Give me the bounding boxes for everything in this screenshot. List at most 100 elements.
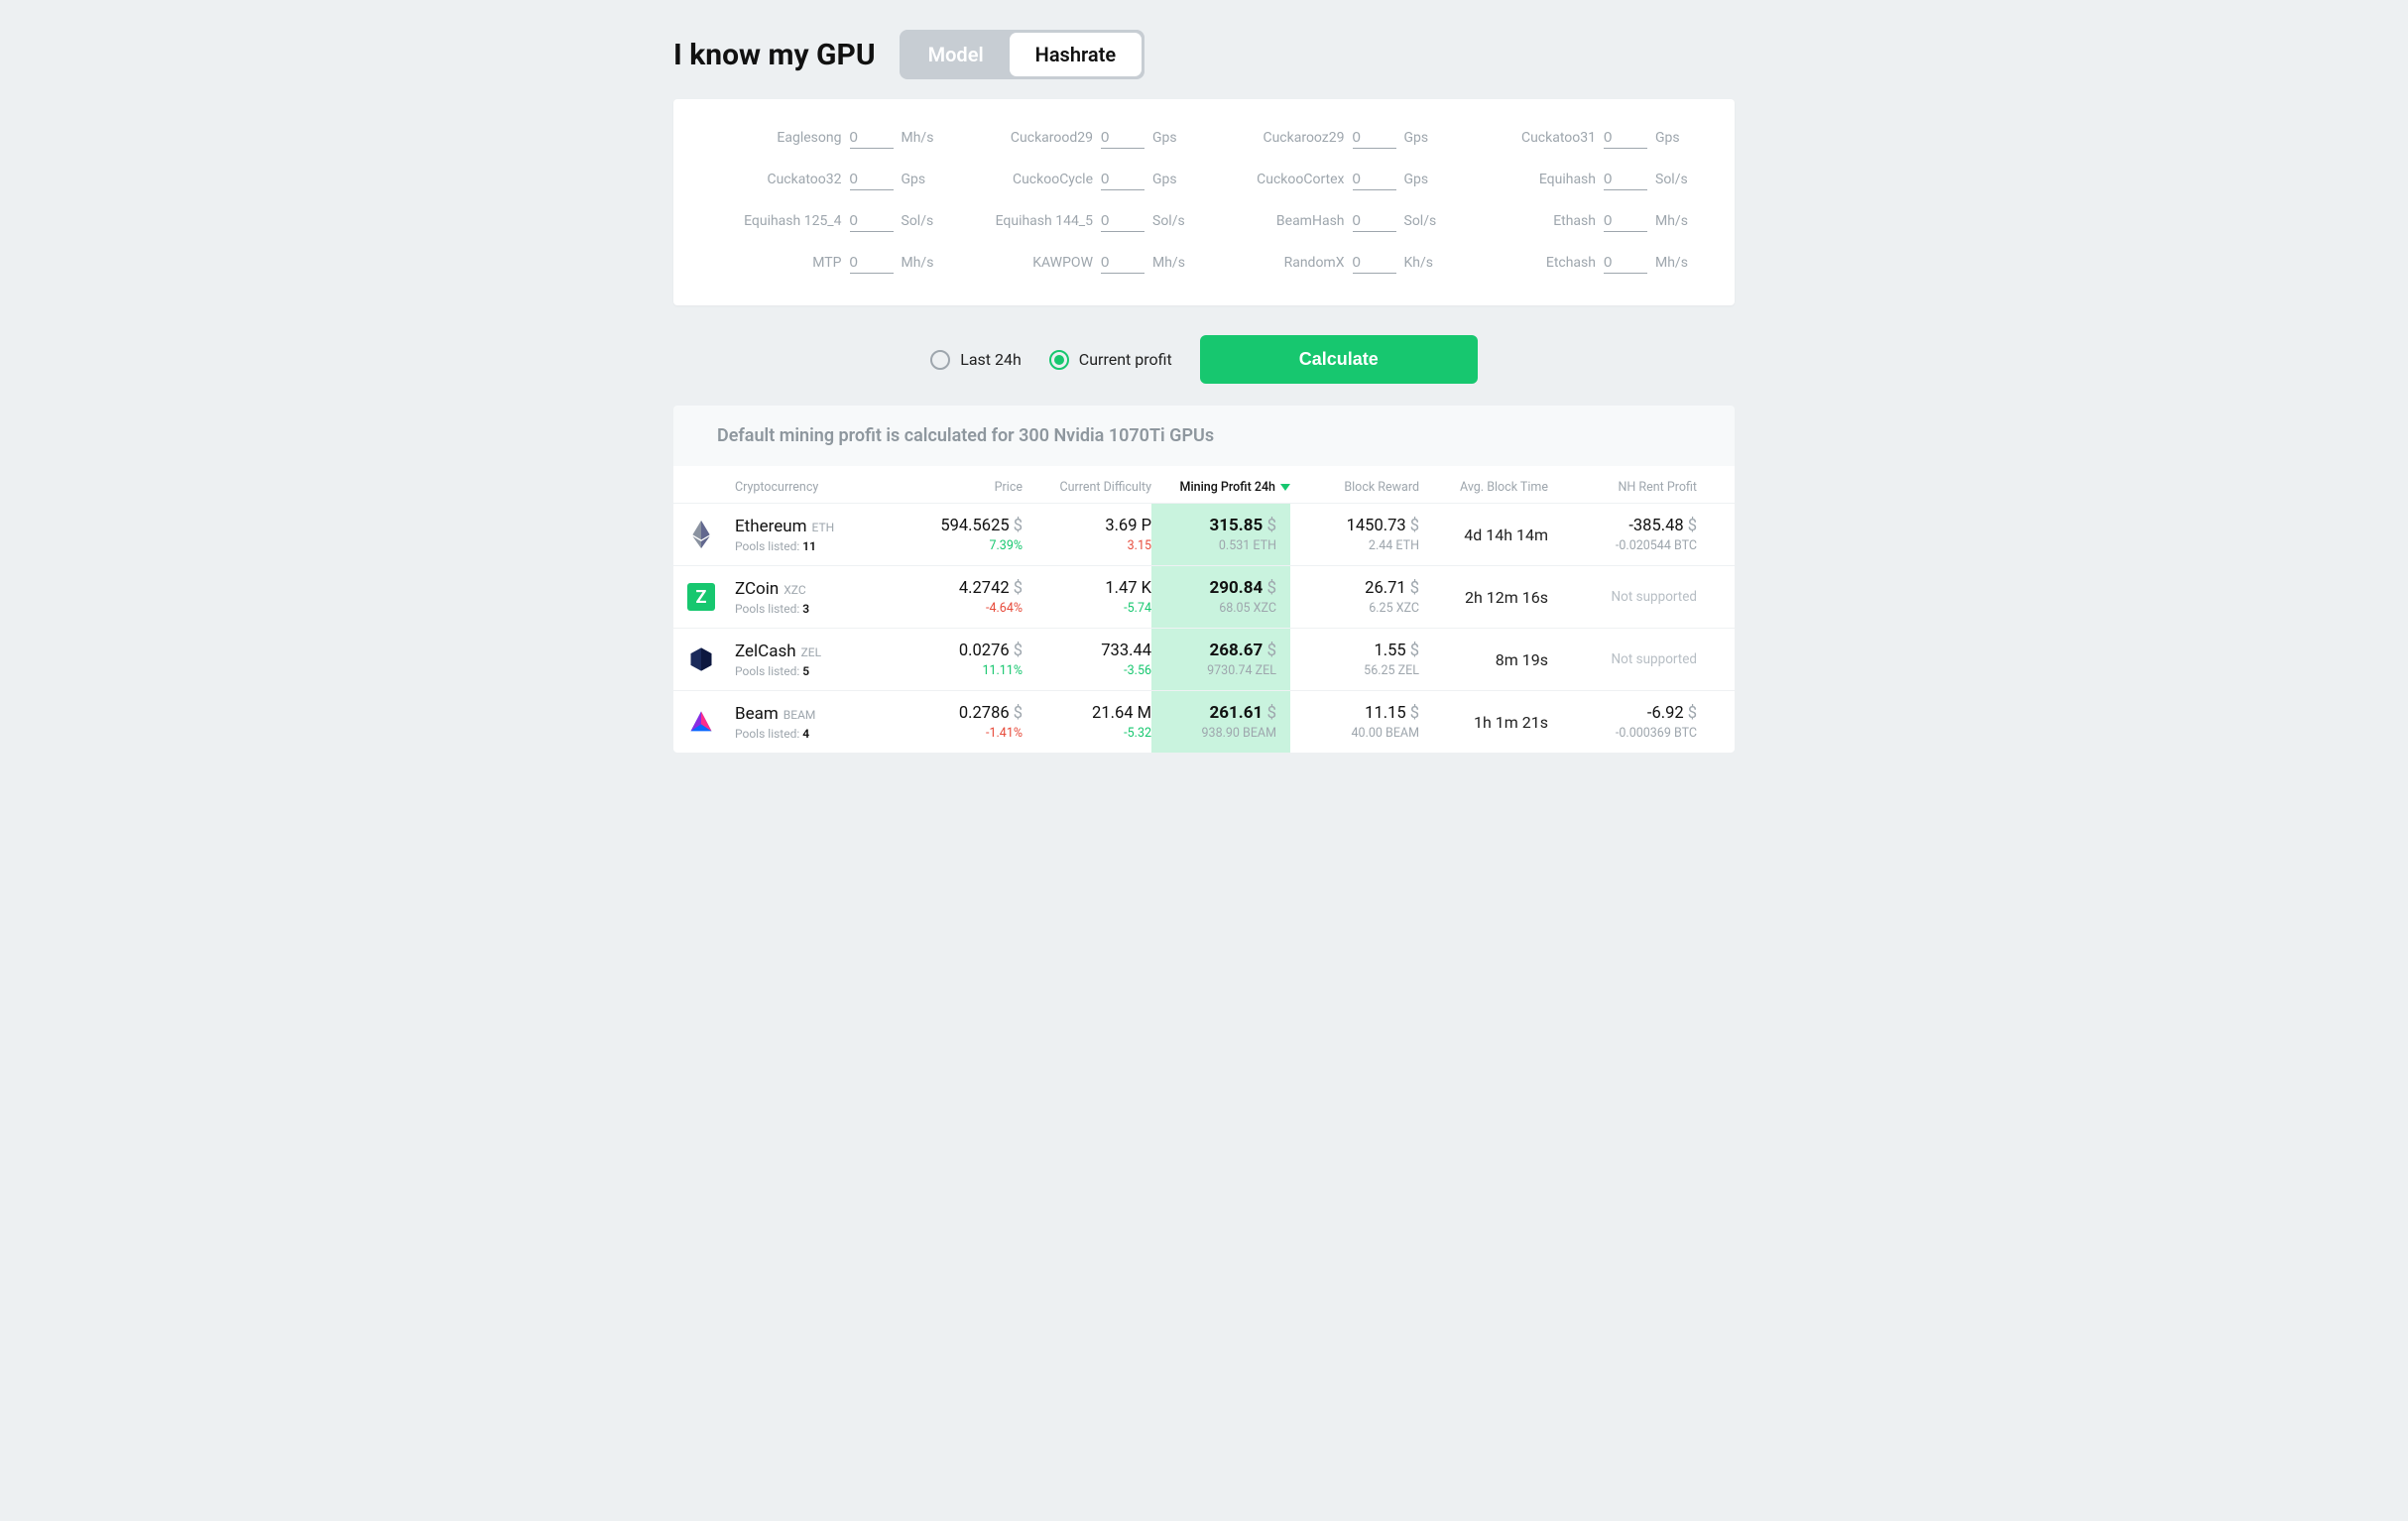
hashrate-label: Cuckatoo32: [713, 172, 842, 187]
block-time-cell: 1h 1m 21s: [1419, 713, 1548, 732]
hashrate-label: CuckooCortex: [1216, 172, 1345, 187]
difficulty-cell: 733.44-3.56: [1023, 642, 1151, 678]
col-cryptocurrency[interactable]: Cryptocurrency: [735, 480, 913, 495]
col-mining-profit-label: Mining Profit 24h: [1180, 480, 1275, 495]
difficulty-cell: 3.69 P3.15: [1023, 517, 1151, 553]
table-row[interactable]: ZelCashZELPools listed: 50.0276 $11.11%7…: [673, 628, 1735, 690]
radio-current-profit-label: Current profit: [1079, 350, 1172, 369]
difficulty-cell: 21.64 M-5.32: [1023, 704, 1151, 741]
pools-listed: Pools listed: 3: [735, 602, 913, 616]
toggle-model-button[interactable]: Model: [903, 33, 1010, 76]
hashrate-unit: Mh/s: [902, 130, 941, 146]
nh-profit-cell: -6.92 $-0.000369 BTC: [1548, 704, 1697, 741]
zel-icon: [687, 645, 715, 673]
hashrate-input[interactable]: [1353, 252, 1396, 274]
hashrate-unit: Mh/s: [902, 255, 941, 271]
hashrate-field: EaglesongMh/s: [713, 127, 941, 149]
hashrate-field: EquihashSol/s: [1468, 169, 1696, 190]
hashrate-input[interactable]: [850, 252, 894, 274]
price-cell: 0.2786 $-1.41%: [913, 704, 1023, 741]
nh-profit-cell: Not supported: [1548, 651, 1697, 667]
results-table: Cryptocurrency Price Current Difficulty …: [673, 466, 1735, 753]
table-row[interactable]: ZZCoinXZCPools listed: 34.2742 $-4.64%1.…: [673, 565, 1735, 628]
coin-name: Beam: [735, 704, 779, 724]
coin-cell: BeamBEAMPools listed: 4: [735, 704, 913, 741]
col-price[interactable]: Price: [913, 480, 1023, 495]
hashrate-field: BeamHash Sol/s: [1216, 210, 1444, 232]
controls-row: Last 24h Current profit Calculate: [673, 335, 1735, 384]
hashrate-unit: Gps: [902, 172, 941, 187]
pools-listed: Pools listed: 4: [735, 727, 913, 741]
block-reward-cell: 1.55 $56.25 ZEL: [1290, 642, 1419, 678]
hashrate-input[interactable]: [1604, 127, 1647, 149]
coin-symbol: XZC: [783, 583, 805, 597]
eth-icon: [687, 521, 715, 548]
table-row[interactable]: EthereumETHPools listed: 11594.5625 $7.3…: [673, 503, 1735, 565]
hashrate-field: EthashMh/s: [1468, 210, 1696, 232]
radio-last-24h[interactable]: Last 24h: [930, 350, 1022, 370]
nh-profit-cell: -385.48 $-0.020544 BTC: [1548, 517, 1697, 553]
hashrate-label: Cuckarooz29: [1216, 130, 1345, 146]
hashrate-input[interactable]: [1101, 127, 1144, 149]
hashrate-label: RandomX: [1216, 255, 1345, 271]
hashrate-input[interactable]: [850, 210, 894, 232]
mining-profit-cell: 315.85 $0.531 ETH: [1151, 504, 1290, 565]
radio-current-profit[interactable]: Current profit: [1049, 350, 1172, 370]
hashrate-field: CuckooCortexGps: [1216, 169, 1444, 190]
coin-symbol: ETH: [812, 521, 835, 534]
hashrate-unit: Gps: [1655, 130, 1695, 146]
table-row[interactable]: BeamBEAMPools listed: 40.2786 $-1.41%21.…: [673, 690, 1735, 753]
col-mining-profit[interactable]: Mining Profit 24h: [1151, 480, 1290, 495]
gpu-mode-toggle: Model Hashrate: [900, 30, 1144, 79]
col-block-time[interactable]: Avg. Block Time: [1419, 480, 1548, 495]
hashrate-unit: Sol/s: [1152, 213, 1192, 229]
toggle-hashrate-button[interactable]: Hashrate: [1010, 33, 1142, 76]
block-time-cell: 8m 19s: [1419, 650, 1548, 669]
hashrate-field: Equihash 125_4Sol/s: [713, 210, 941, 232]
hashrate-label: BeamHash: [1216, 213, 1345, 229]
hashrate-unit: Mh/s: [1655, 255, 1695, 271]
radio-circle-icon: [930, 350, 950, 370]
hashrate-input[interactable]: [1353, 127, 1396, 149]
hashrate-field: KAWPOWMh/s: [965, 252, 1193, 274]
mining-profit-cell: 290.84 $68.05 XZC: [1151, 566, 1290, 628]
block-reward-cell: 26.71 $6.25 XZC: [1290, 579, 1419, 616]
mining-profit-cell: 261.61 $938.90 BEAM: [1151, 691, 1290, 753]
hashrate-unit: Sol/s: [1655, 172, 1695, 187]
sort-desc-icon: [1280, 484, 1290, 491]
hashrate-input[interactable]: [850, 127, 894, 149]
hashrate-field: Cuckarood29Gps: [965, 127, 1193, 149]
hashrate-field: Cuckarooz29Gps: [1216, 127, 1444, 149]
radio-last-24h-label: Last 24h: [960, 350, 1022, 369]
block-time-cell: 2h 12m 16s: [1419, 588, 1548, 607]
price-cell: 4.2742 $-4.64%: [913, 579, 1023, 616]
block-time-cell: 4d 14h 14m: [1419, 526, 1548, 544]
page-title: I know my GPU: [673, 38, 876, 72]
hashrate-label: Cuckarood29: [965, 130, 1094, 146]
hashrate-input[interactable]: [850, 169, 894, 190]
hashrate-input[interactable]: [1101, 169, 1144, 190]
hashrate-input[interactable]: [1353, 210, 1396, 232]
hashrate-input[interactable]: [1101, 210, 1144, 232]
hashrate-field: MTPMh/s: [713, 252, 941, 274]
col-block-reward[interactable]: Block Reward: [1290, 480, 1419, 495]
hashrate-input[interactable]: [1353, 169, 1396, 190]
coin-cell: EthereumETHPools listed: 11: [735, 517, 913, 553]
hashrate-label: CuckooCycle: [965, 172, 1094, 187]
radio-circle-icon: [1049, 350, 1069, 370]
hashrate-unit: Mh/s: [1152, 255, 1192, 271]
hashrate-input[interactable]: [1604, 210, 1647, 232]
hashrate-input[interactable]: [1604, 252, 1647, 274]
price-cell: 594.5625 $7.39%: [913, 517, 1023, 553]
calculate-button[interactable]: Calculate: [1200, 335, 1478, 384]
coin-name: ZelCash: [735, 642, 796, 661]
pools-listed: Pools listed: 11: [735, 539, 913, 553]
col-difficulty[interactable]: Current Difficulty: [1023, 480, 1151, 495]
hashrate-unit: Sol/s: [1404, 213, 1444, 229]
hashrate-input[interactable]: [1604, 169, 1647, 190]
hashrate-unit: Sol/s: [902, 213, 941, 229]
hashrate-field: Equihash 144_5Sol/s: [965, 210, 1193, 232]
col-nh-rent[interactable]: NH Rent Profit: [1548, 480, 1697, 495]
hashrate-field: Cuckatoo31Gps: [1468, 127, 1696, 149]
hashrate-input[interactable]: [1101, 252, 1144, 274]
